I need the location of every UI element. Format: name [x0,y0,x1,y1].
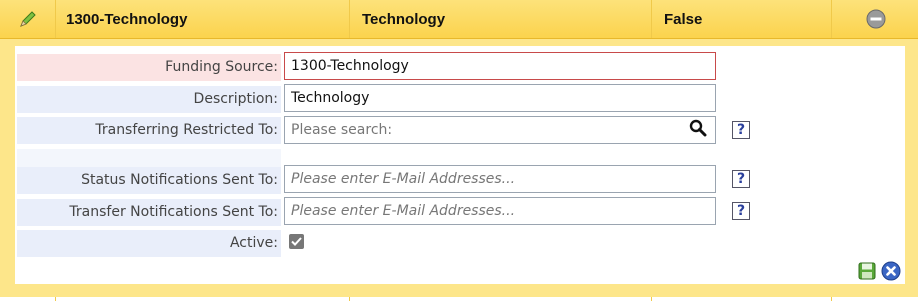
funding-source-input[interactable] [284,52,716,80]
transferring-restricted-label: Transferring Restricted To: [17,117,281,144]
checkmark-icon [291,237,302,246]
funding-source-label: Funding Source: [17,54,281,81]
grid-bottom-border [0,297,918,301]
edit-row-frame: 1300-Technology Technology False Funding… [0,0,918,301]
status-notifications-label: Status Notifications Sent To: [17,167,281,194]
edit-form-panel: Funding Source: Description: Transferrin… [15,46,905,284]
save-icon[interactable] [858,262,876,280]
status-notifications-input[interactable] [284,165,716,193]
active-checkbox[interactable] [289,234,304,249]
remove-cell[interactable] [831,0,918,38]
active-label: Active: [17,230,281,257]
grid-row-header: 1300-Technology Technology False [0,0,918,39]
pencil-icon[interactable] [18,9,38,29]
transfer-notifications-input[interactable] [284,197,716,225]
transferring-help-button[interactable]: ? [732,121,750,139]
restricted-cell: False [651,0,831,38]
transfer-notifications-label: Transfer Notifications Sent To: [17,199,281,226]
minus-circle-icon[interactable] [866,9,886,29]
edit-cell[interactable] [0,0,55,38]
transferring-restricted-search-input[interactable] [284,116,716,144]
status-notifications-help-button[interactable]: ? [732,170,750,188]
description-cell: Technology [349,0,651,38]
search-icon[interactable] [689,119,707,137]
description-input[interactable] [284,84,716,112]
cancel-icon[interactable] [881,261,901,281]
transfer-notifications-help-button[interactable]: ? [732,202,750,220]
funding-source-cell: 1300-Technology [55,0,349,38]
description-label: Description: [17,86,281,113]
